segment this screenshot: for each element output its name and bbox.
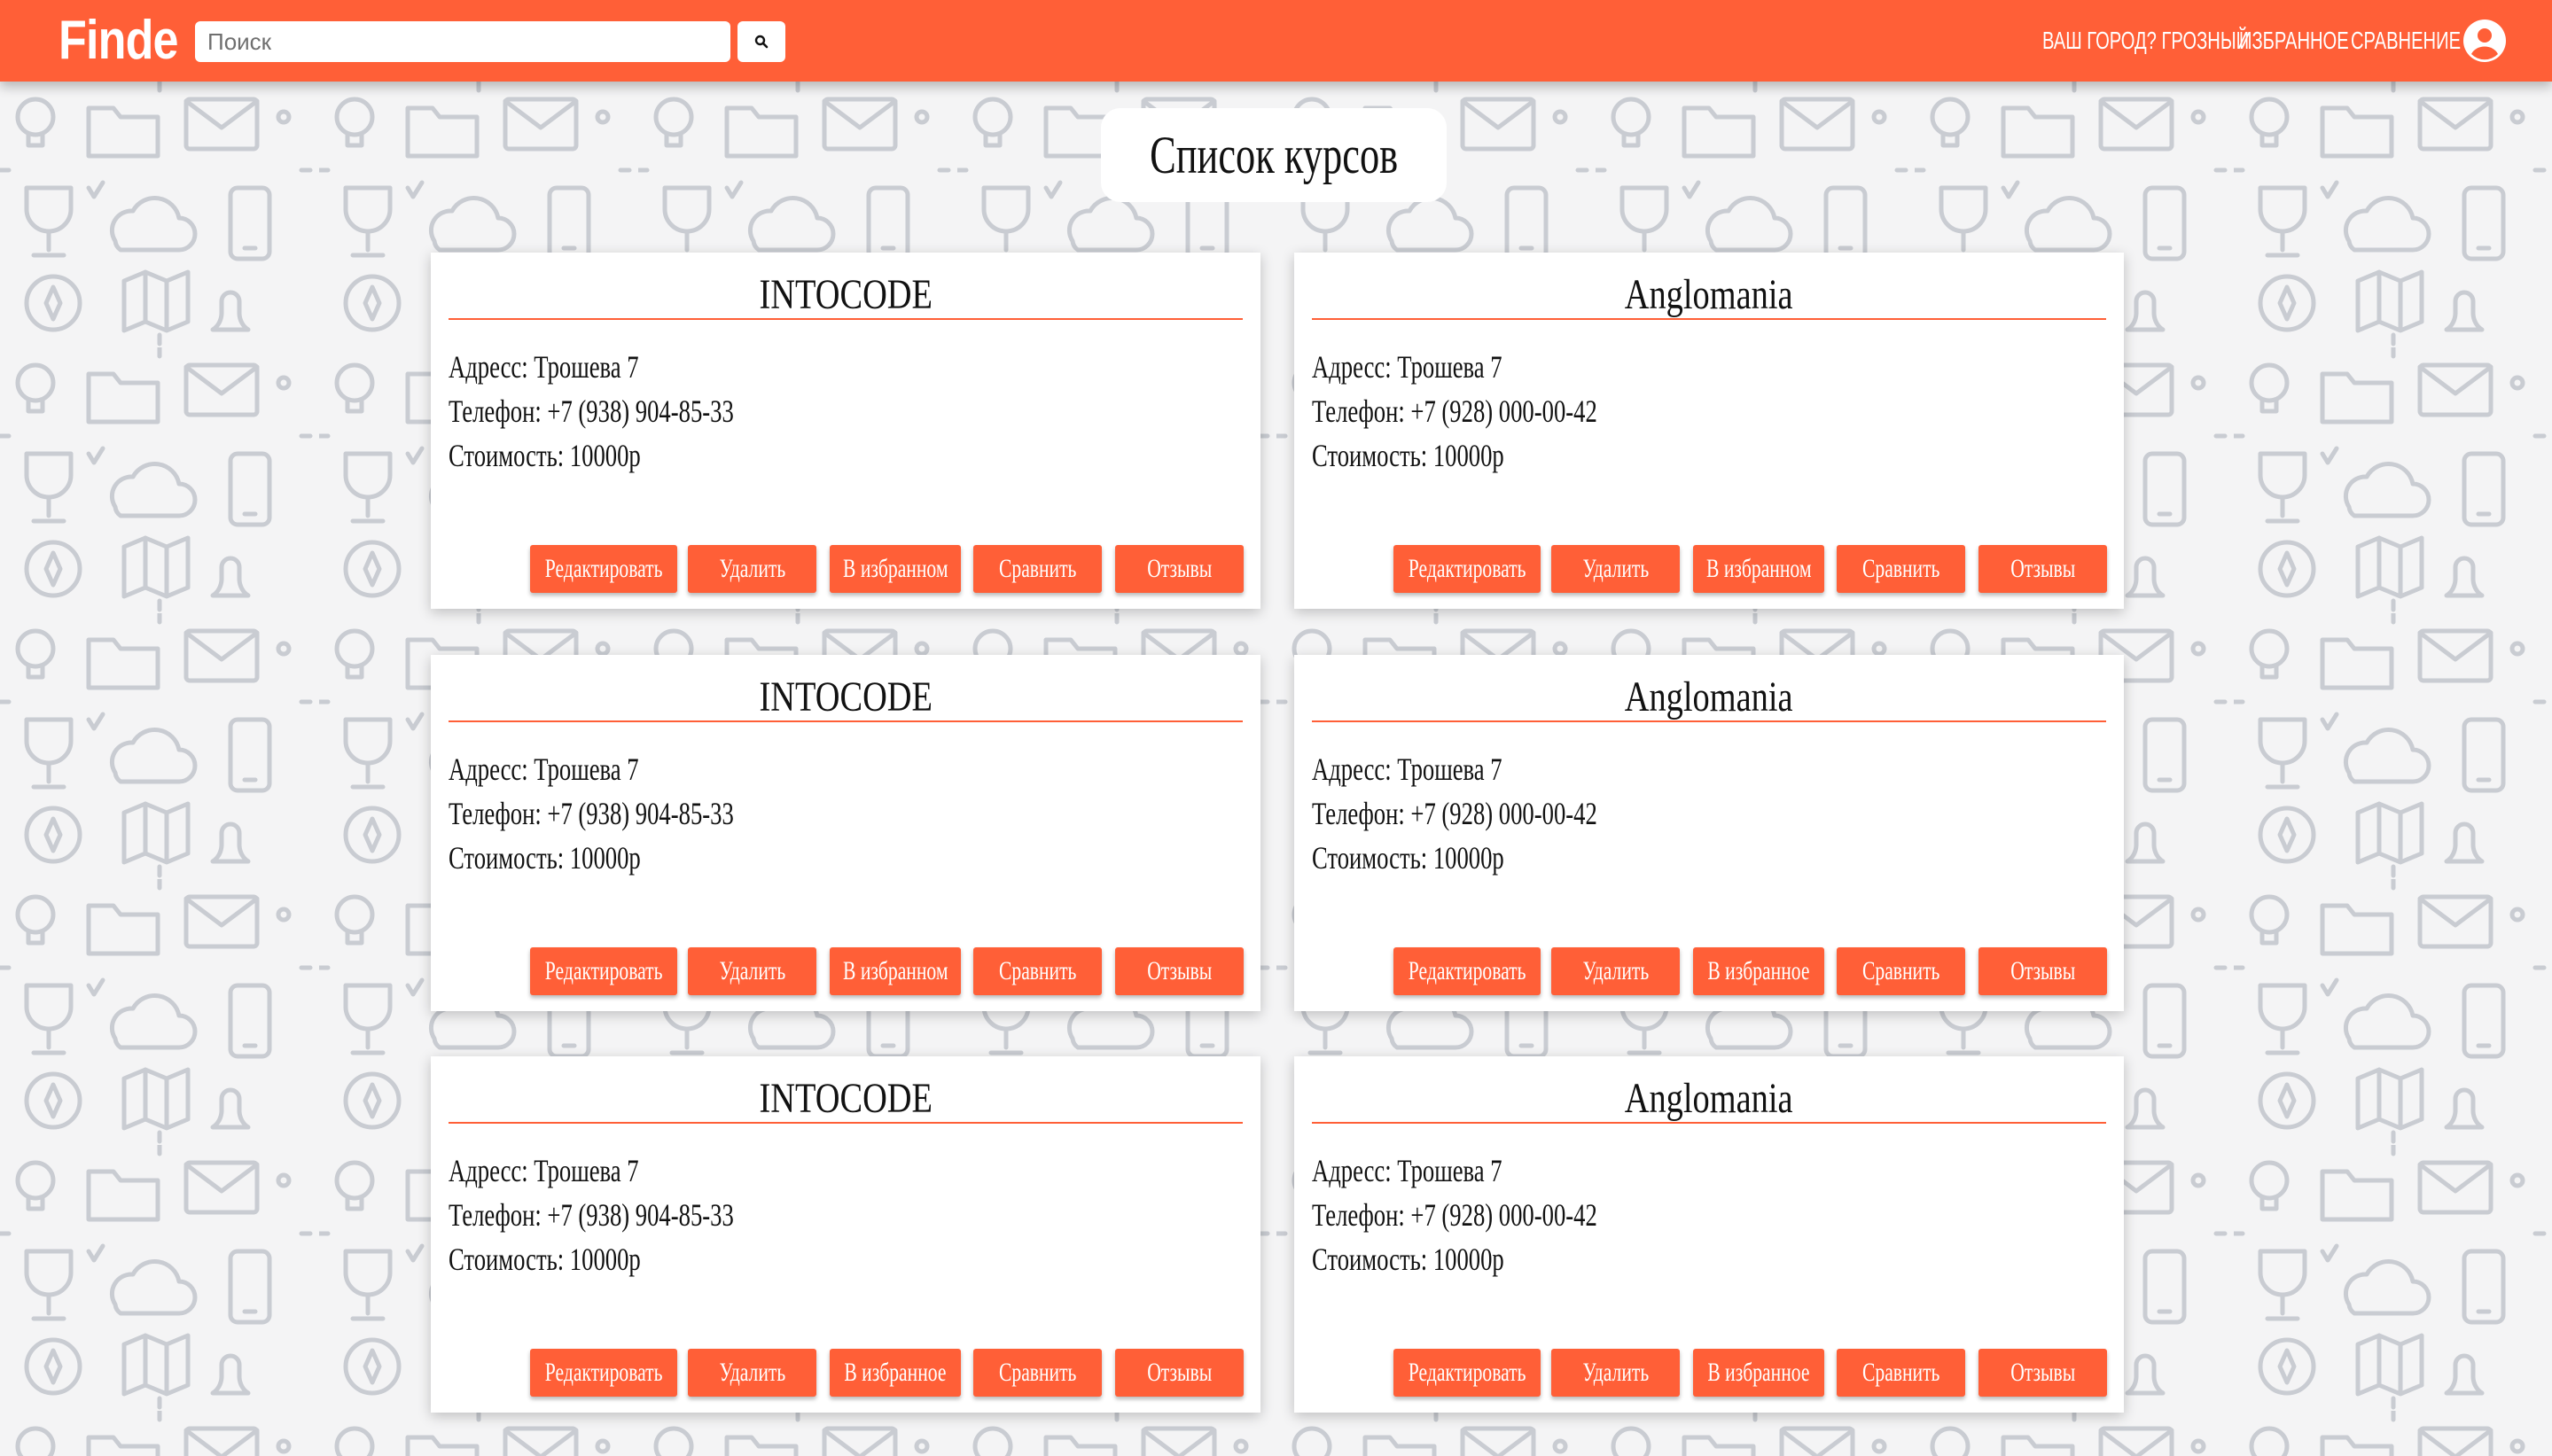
reviews-button[interactable]: Отзывы: [1978, 1349, 2107, 1397]
reviews-button[interactable]: Отзывы: [1115, 545, 1244, 593]
course-address: Адресс: Трошева 7: [449, 349, 639, 385]
delete-button[interactable]: Удалить: [1551, 1349, 1680, 1397]
course-card: INTOCODE Адресс: Трошева 7 Телефон: +7 (…: [431, 253, 1260, 609]
nav-compare-link[interactable]: Сравнение: [2351, 27, 2461, 55]
course-phone: Телефон: +7 (928) 000-00-42: [1312, 393, 1597, 429]
search-input[interactable]: [195, 21, 730, 62]
edit-button[interactable]: Редактировать: [530, 947, 677, 995]
reviews-button[interactable]: Отзывы: [1115, 1349, 1244, 1397]
app-logo[interactable]: Finde: [59, 5, 179, 76]
compare-button[interactable]: Сравнить: [973, 545, 1102, 593]
background-pattern: [0, 82, 2552, 1456]
course-card: INTOCODE Адресс: Трошева 7 Телефон: +7 (…: [431, 655, 1260, 1011]
course-card-title: INTOCODE: [449, 673, 1243, 722]
course-price: Стоимость: 10000р: [1312, 840, 1504, 876]
edit-button[interactable]: Редактировать: [1393, 947, 1541, 995]
course-card: Anglomania Адресс: Трошева 7 Телефон: +7…: [1294, 253, 2124, 609]
course-card-title: Anglomania: [1312, 1074, 2106, 1124]
course-card: INTOCODE Адресс: Трошева 7 Телефон: +7 (…: [431, 1056, 1260, 1413]
edit-button[interactable]: Редактировать: [1393, 545, 1541, 593]
compare-button[interactable]: Сравнить: [1837, 1349, 1965, 1397]
course-card-title: INTOCODE: [449, 1074, 1243, 1124]
compare-button[interactable]: Сравнить: [973, 1349, 1102, 1397]
compare-button[interactable]: Сравнить: [1837, 947, 1965, 995]
course-address: Адресс: Трошева 7: [1312, 349, 1502, 385]
course-card-title: Anglomania: [1312, 270, 2106, 320]
top-navbar: Finde Ваш город? Грозный Избранное Сравн…: [0, 0, 2552, 82]
course-card: Anglomania Адресс: Трошева 7 Телефон: +7…: [1294, 1056, 2124, 1413]
compare-button[interactable]: Сравнить: [973, 947, 1102, 995]
course-address: Адресс: Трошева 7: [449, 1153, 639, 1188]
course-price: Стоимость: 10000р: [449, 1242, 641, 1277]
delete-button[interactable]: Удалить: [688, 1349, 816, 1397]
edit-button[interactable]: Редактировать: [530, 545, 677, 593]
course-card: Anglomania Адресс: Трошева 7 Телефон: +7…: [1294, 655, 2124, 1011]
reviews-button[interactable]: Отзывы: [1978, 545, 2107, 593]
search-button[interactable]: [738, 21, 785, 62]
course-address: Адресс: Трошева 7: [1312, 1153, 1502, 1188]
course-phone: Телефон: +7 (928) 000-00-42: [1312, 796, 1597, 831]
course-phone: Телефон: +7 (928) 000-00-42: [1312, 1197, 1597, 1233]
course-phone: Телефон: +7 (938) 904-85-33: [449, 796, 734, 831]
course-card-title: INTOCODE: [449, 270, 1243, 320]
favorite-button[interactable]: В избранное: [1693, 1349, 1824, 1397]
edit-button[interactable]: Редактировать: [530, 1349, 677, 1397]
delete-button[interactable]: Удалить: [688, 545, 816, 593]
page-title-container: Список курсов: [1101, 108, 1447, 202]
favorite-button[interactable]: В избранном: [830, 947, 961, 995]
reviews-button[interactable]: Отзывы: [1115, 947, 1244, 995]
course-price: Стоимость: 10000р: [449, 438, 641, 473]
search-icon: [754, 35, 769, 49]
compare-button[interactable]: Сравнить: [1837, 545, 1965, 593]
course-phone: Телефон: +7 (938) 904-85-33: [449, 393, 734, 429]
nav-favorites-link[interactable]: Избранное: [2239, 27, 2349, 55]
edit-button[interactable]: Редактировать: [1393, 1349, 1541, 1397]
favorite-button[interactable]: В избранное: [830, 1349, 961, 1397]
course-phone: Телефон: +7 (938) 904-85-33: [449, 1197, 734, 1233]
course-address: Адресс: Трошева 7: [1312, 751, 1502, 787]
course-price: Стоимость: 10000р: [449, 840, 641, 876]
course-card-title: Anglomania: [1312, 673, 2106, 722]
page-title: Список курсов: [1150, 125, 1398, 184]
course-address: Адресс: Трошева 7: [449, 751, 639, 787]
delete-button[interactable]: Удалить: [1551, 947, 1680, 995]
favorite-button[interactable]: В избранное: [1693, 947, 1824, 995]
course-price: Стоимость: 10000р: [1312, 1242, 1504, 1277]
favorite-button[interactable]: В избранном: [830, 545, 961, 593]
delete-button[interactable]: Удалить: [1551, 545, 1680, 593]
user-icon[interactable]: [2462, 19, 2507, 63]
favorite-button[interactable]: В избранном: [1693, 545, 1824, 593]
reviews-button[interactable]: Отзывы: [1978, 947, 2107, 995]
nav-city-selector[interactable]: Ваш город? Грозный: [2042, 27, 2249, 55]
course-price: Стоимость: 10000р: [1312, 438, 1504, 473]
delete-button[interactable]: Удалить: [688, 947, 816, 995]
